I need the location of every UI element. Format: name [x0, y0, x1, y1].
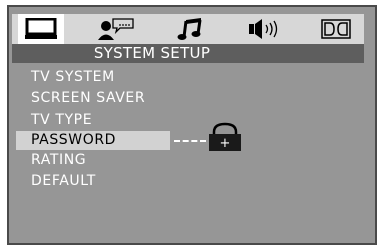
menu-item-default[interactable]: DEFAULT [31, 172, 96, 191]
menu-item-screen-saver[interactable]: SCREEN SAVER [31, 89, 145, 108]
person-speech-icon [96, 17, 136, 41]
page-title-text: SYSTEM SETUP [93, 44, 211, 62]
tab-system[interactable] [18, 14, 64, 44]
music-note-icon [177, 17, 203, 41]
menu-item-rating[interactable]: RATING [31, 151, 86, 170]
tab-audio[interactable] [172, 14, 208, 44]
tab-dolby[interactable] [318, 14, 354, 44]
monitor-icon [24, 18, 58, 40]
menu-item-password[interactable]: PASSWORD [16, 131, 170, 150]
page-title: SYSTEM SETUP [12, 44, 364, 63]
menu-item-tv-type[interactable]: TV TYPE [31, 111, 92, 130]
menu-item-tv-system[interactable]: TV SYSTEM [31, 68, 115, 87]
speaker-icon [248, 18, 284, 40]
tab-language[interactable] [94, 14, 138, 44]
tab-speaker[interactable] [246, 14, 286, 44]
dolby-dd-icon [321, 19, 351, 39]
submenu-connector [174, 140, 206, 142]
padlock-icon: + [208, 122, 242, 156]
lock-plus-glyph: + [220, 136, 231, 151]
category-toolbar [12, 14, 364, 44]
